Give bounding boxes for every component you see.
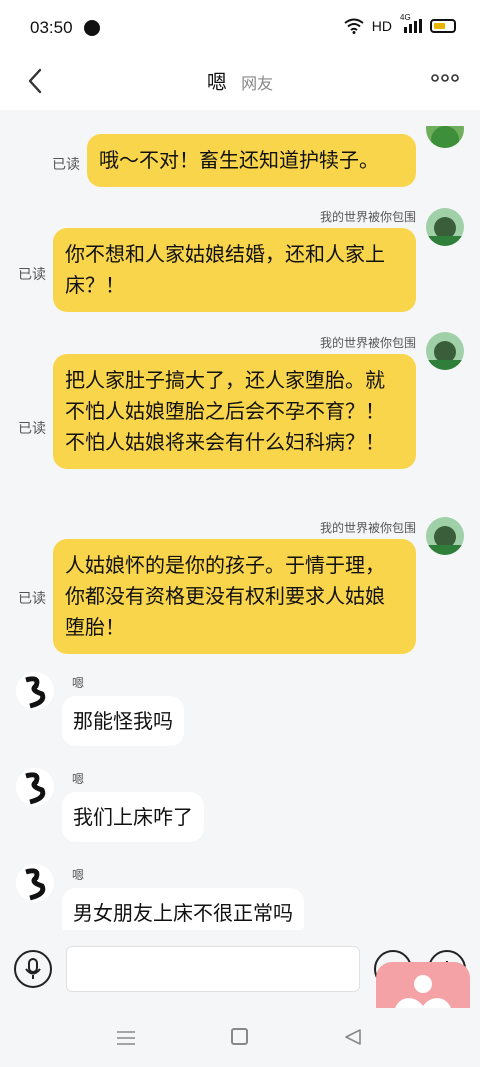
- message-text: 你不想和人家姑娘结婚，还和人家上床？！: [65, 242, 385, 297]
- message-text: 人姑娘怀的是你的孩子。于情于理，你都没有资格更没有权利要求人姑娘堕胎！: [65, 553, 385, 639]
- system-nav-bar: [0, 1008, 480, 1067]
- battery-icon: [430, 19, 456, 33]
- message-bubble-incoming[interactable]: 我们上床咋了: [62, 792, 204, 842]
- status-time: 03:50: [30, 18, 73, 37]
- message-bubble-outgoing[interactable]: 哦～不对！畜生还知道护犊子。: [87, 134, 416, 187]
- message-bubble-outgoing[interactable]: 人姑娘怀的是你的孩子。于情于理，你都没有资格更没有权利要求人姑娘堕胎！: [53, 539, 416, 654]
- read-status: 已读: [18, 591, 46, 607]
- read-status: 已读: [18, 421, 46, 437]
- sender-name: 我的世界被你包围: [319, 521, 416, 535]
- message-text: 哦～不对！畜生还知道护犊子。: [99, 148, 379, 172]
- sender-name: 嗯: [72, 676, 85, 690]
- message-text: 我们上床咋了: [73, 805, 193, 829]
- read-status: 已读: [18, 267, 46, 283]
- more-icon[interactable]: [430, 68, 460, 88]
- avatar[interactable]: [426, 126, 464, 148]
- message-text: 男女朋友上床不很正常吗: [73, 901, 293, 925]
- sender-name: 嗯: [72, 772, 85, 786]
- back-icon[interactable]: [344, 1028, 362, 1046]
- voice-icon[interactable]: [14, 950, 52, 988]
- contact-name: 嗯: [206, 70, 227, 94]
- message-bubble-incoming[interactable]: 那能怪我吗: [62, 696, 184, 746]
- read-status: 已读: [52, 157, 80, 173]
- message-bubble-outgoing[interactable]: 把人家肚子搞大了，还人家堕胎。就不怕人姑娘堕胎之后会不孕不育？！不怕人姑娘将来会…: [53, 354, 416, 469]
- message-bubble-incoming[interactable]: 男女朋友上床不很正常吗: [62, 888, 304, 930]
- chat-header: 嗯 网友: [0, 58, 480, 110]
- message-input[interactable]: [66, 946, 360, 992]
- chat-screen: 03:50 HD 4G 嗯 网友 已读 哦～不对！畜生还知道护犊子。 我的世界被…: [0, 0, 480, 1067]
- avatar[interactable]: [16, 864, 54, 902]
- message-text: 那能怪我吗: [73, 709, 173, 733]
- avatar[interactable]: [16, 672, 54, 710]
- message-bubble-outgoing[interactable]: 你不想和人家姑娘结婚，还和人家上床？！: [53, 228, 416, 312]
- signal-icon: 4G: [400, 13, 422, 33]
- sender-name: 我的世界被你包围: [319, 210, 416, 224]
- home-icon[interactable]: [231, 1028, 248, 1045]
- message-text: 把人家肚子搞大了，还人家堕胎。就不怕人姑娘堕胎之后会不孕不育？！不怕人姑娘将来会…: [65, 368, 385, 454]
- avatar[interactable]: [16, 768, 54, 806]
- avatar[interactable]: [426, 208, 464, 246]
- message-list[interactable]: 已读 哦～不对！畜生还知道护犊子。 我的世界被你包围 已读 你不想和人家姑娘结婚…: [0, 126, 480, 930]
- globe-icon: [84, 20, 100, 36]
- sender-name: 我的世界被你包围: [319, 336, 416, 350]
- chat-title: 嗯 网友: [0, 66, 480, 95]
- sender-name: 嗯: [72, 868, 85, 882]
- signal-label: 4G: [400, 13, 411, 22]
- status-right: HD 4G: [344, 13, 456, 34]
- wifi-icon: [344, 18, 364, 34]
- network-label: HD: [371, 18, 392, 34]
- status-bar: 03:50 HD 4G: [0, 0, 480, 58]
- avatar[interactable]: [426, 332, 464, 370]
- contact-subtitle: 网友: [241, 74, 274, 93]
- avatar[interactable]: [426, 517, 464, 555]
- menu-icon[interactable]: [116, 1030, 136, 1046]
